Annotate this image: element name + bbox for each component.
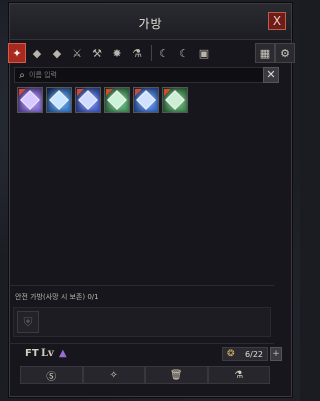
action-bar: Ⓢ ✧ 🗑 ⚗ xyxy=(20,366,270,384)
expand-capacity-button[interactable]: + xyxy=(270,347,282,361)
tab-craft[interactable]: ⚒ xyxy=(88,43,106,63)
level-sort-icon[interactable]: Lv xyxy=(41,348,54,359)
trash-button[interactable]: 🗑 xyxy=(145,366,208,384)
sort-icon[interactable]: ⚙ xyxy=(275,43,295,63)
tab-weapon[interactable]: ⚔ xyxy=(68,43,86,63)
decompose-button[interactable]: ✧ xyxy=(82,366,145,384)
bag-footer: FT Lv ▲ ❂ 6/22 + xyxy=(9,343,282,363)
bag-capacity: ❂ 6/22 xyxy=(222,347,268,361)
tab-moon-1[interactable]: ☾ xyxy=(155,43,173,63)
tab-material[interactable]: ✸ xyxy=(108,43,126,63)
clear-search-button[interactable]: ✕ xyxy=(263,67,279,83)
item-slot[interactable] xyxy=(17,87,43,113)
new-item-marker xyxy=(164,89,171,96)
safe-bag-label: 안전 가방(사망 시 보존) 0/1 xyxy=(15,293,99,301)
filter-icon[interactable]: FT xyxy=(25,348,39,359)
safe-bag-slot[interactable]: ⛨ xyxy=(17,311,39,333)
title-bar: 가방 X xyxy=(10,4,291,40)
safe-bag-slots: ⛨ xyxy=(13,307,271,337)
close-button[interactable]: X xyxy=(268,12,286,30)
tab-equipment[interactable]: ◆ xyxy=(28,43,46,63)
item-icon xyxy=(49,90,69,110)
tab-accessory[interactable]: ◆ xyxy=(48,43,66,63)
capacity-value: 6/22 xyxy=(245,349,263,359)
grade-sort-icon[interactable]: ▲ xyxy=(59,348,67,359)
tab-potion[interactable]: ⚗ xyxy=(128,43,146,63)
item-slot[interactable] xyxy=(133,87,159,113)
tab-misc[interactable]: ▣ xyxy=(195,43,213,63)
tab-all[interactable]: ✦ xyxy=(8,43,26,63)
item-slot[interactable] xyxy=(75,87,101,113)
tab-moon-2[interactable]: ☾ xyxy=(175,43,193,63)
currency-button[interactable]: Ⓢ xyxy=(20,366,83,384)
item-grid xyxy=(17,87,188,113)
item-slot[interactable] xyxy=(104,87,130,113)
search-icon: ⌕ xyxy=(19,69,25,81)
item-slot[interactable] xyxy=(162,87,188,113)
bag-icon: ❂ xyxy=(227,349,235,359)
search-box: ⌕ xyxy=(14,67,268,83)
grid-view-icon[interactable]: ▦ xyxy=(255,43,275,63)
search-input[interactable] xyxy=(29,71,267,79)
new-item-marker xyxy=(106,89,113,96)
new-item-marker xyxy=(77,89,84,96)
new-item-marker xyxy=(19,89,26,96)
item-slot[interactable] xyxy=(46,87,72,113)
new-item-marker xyxy=(135,89,142,96)
safe-bag-section: 안전 가방(사망 시 보존) 0/1 ⛨ xyxy=(9,285,274,340)
alchemy-button[interactable]: ⚗ xyxy=(207,366,270,384)
category-tab-bar: ✦ ◆ ◆ ⚔ ⚒ ✸ ⚗ ☾ ☾ ▣ xyxy=(8,42,275,64)
shield-icon: ⛨ xyxy=(23,314,33,329)
window-title: 가방 xyxy=(138,17,163,31)
tab-separator xyxy=(151,45,152,61)
